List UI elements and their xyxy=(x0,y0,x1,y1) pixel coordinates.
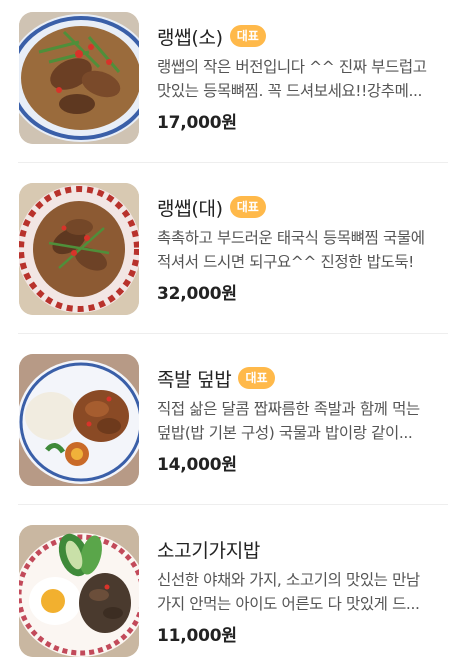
menu-item-description: 촉촉하고 부드러운 태국식 등목뼈찜 국물에 적셔서 드시면 되구요^^ 진정한… xyxy=(157,226,447,274)
description-line: 가지 안먹는 아이도 어른도 다 맛있게 드... xyxy=(157,595,420,613)
menu-item-description: 랭쌥의 작은 버전입니다 ^^ 진짜 부드럽고 맛있는 등목뼈찜. 꼭 드셔보세… xyxy=(157,55,447,103)
description-line: 신선한 야채와 가지, 소고기의 맛있는 만남 xyxy=(157,571,420,589)
menu-item-name: 랭쌥(소) xyxy=(157,26,223,49)
menu-item-price: 11,000원 xyxy=(157,626,237,646)
pork-trotter-rice-icon[interactable] xyxy=(19,354,139,486)
menu-item-jokbal-rice[interactable]: 족발 덮밥 대표 직접 삶은 달콤 짭짜름한 족발과 함께 먹는 덮밥(밥 기본… xyxy=(0,346,466,496)
description-line: 직접 삶은 달콤 짭짜름한 족발과 함께 먹는 xyxy=(157,400,420,418)
menu-item-title-row: 랭쌥(대) 대표 xyxy=(157,192,266,222)
menu-item-name: 랭쌥(대) xyxy=(157,197,223,220)
menu-item-beef-eggplant-rice[interactable]: 소고기가지밥 신선한 야채와 가지, 소고기의 맛있는 만남 가지 안먹는 아이… xyxy=(0,517,466,667)
menu-item-price: 14,000원 xyxy=(157,455,237,475)
menu-item-name: 소고기가지밥 xyxy=(157,539,261,562)
menu-item-price: 32,000원 xyxy=(157,284,237,304)
signature-badge: 대표 xyxy=(229,25,266,47)
description-line: 적셔서 드시면 되구요^^ 진정한 밥도둑! xyxy=(157,253,414,271)
menu-item-langsaep-large[interactable]: 랭쌥(대) 대표 촉촉하고 부드러운 태국식 등목뼈찜 국물에 적셔서 드시면 … xyxy=(0,175,466,325)
description-line: 맛있는 등목뼈찜. 꼭 드셔보세요!!강추메... xyxy=(157,82,423,100)
signature-badge: 대표 xyxy=(229,196,266,218)
divider xyxy=(18,162,448,163)
beef-eggplant-rice-icon[interactable] xyxy=(19,525,139,657)
large-pork-bone-stew-plate-icon[interactable] xyxy=(19,183,139,315)
divider xyxy=(18,333,448,334)
menu-item-title-row: 랭쌥(소) 대표 xyxy=(157,21,266,51)
description-line: 덮밥(밥 기본 구성) 국물과 밥이랑 같이... xyxy=(157,424,413,442)
menu-item-title-row: 소고기가지밥 xyxy=(157,534,260,564)
menu-item-description: 직접 삶은 달콤 짭짜름한 족발과 함께 먹는 덮밥(밥 기본 구성) 국물과 … xyxy=(157,397,447,445)
menu-item-langsaep-small[interactable]: 랭쌥(소) 대표 랭쌥의 작은 버전입니다 ^^ 진짜 부드럽고 맛있는 등목뼈… xyxy=(0,4,466,154)
description-line: 촉촉하고 부드러운 태국식 등목뼈찜 국물에 xyxy=(157,229,425,247)
menu-item-name: 족발 덮밥 xyxy=(157,368,232,391)
pork-bone-stew-plate-icon[interactable] xyxy=(19,12,139,144)
menu-item-description: 신선한 야채와 가지, 소고기의 맛있는 만남 가지 안먹는 아이도 어른도 다… xyxy=(157,568,447,616)
signature-badge: 대표 xyxy=(238,367,275,389)
menu-item-title-row: 족발 덮밥 대표 xyxy=(157,363,275,393)
menu-item-price: 17,000원 xyxy=(157,113,237,133)
divider xyxy=(18,504,448,505)
menu-list: 랭쌥(소) 대표 랭쌥의 작은 버전입니다 ^^ 진짜 부드럽고 맛있는 등목뼈… xyxy=(0,0,466,671)
description-line: 랭쌥의 작은 버전입니다 ^^ 진짜 부드럽고 xyxy=(157,58,427,76)
